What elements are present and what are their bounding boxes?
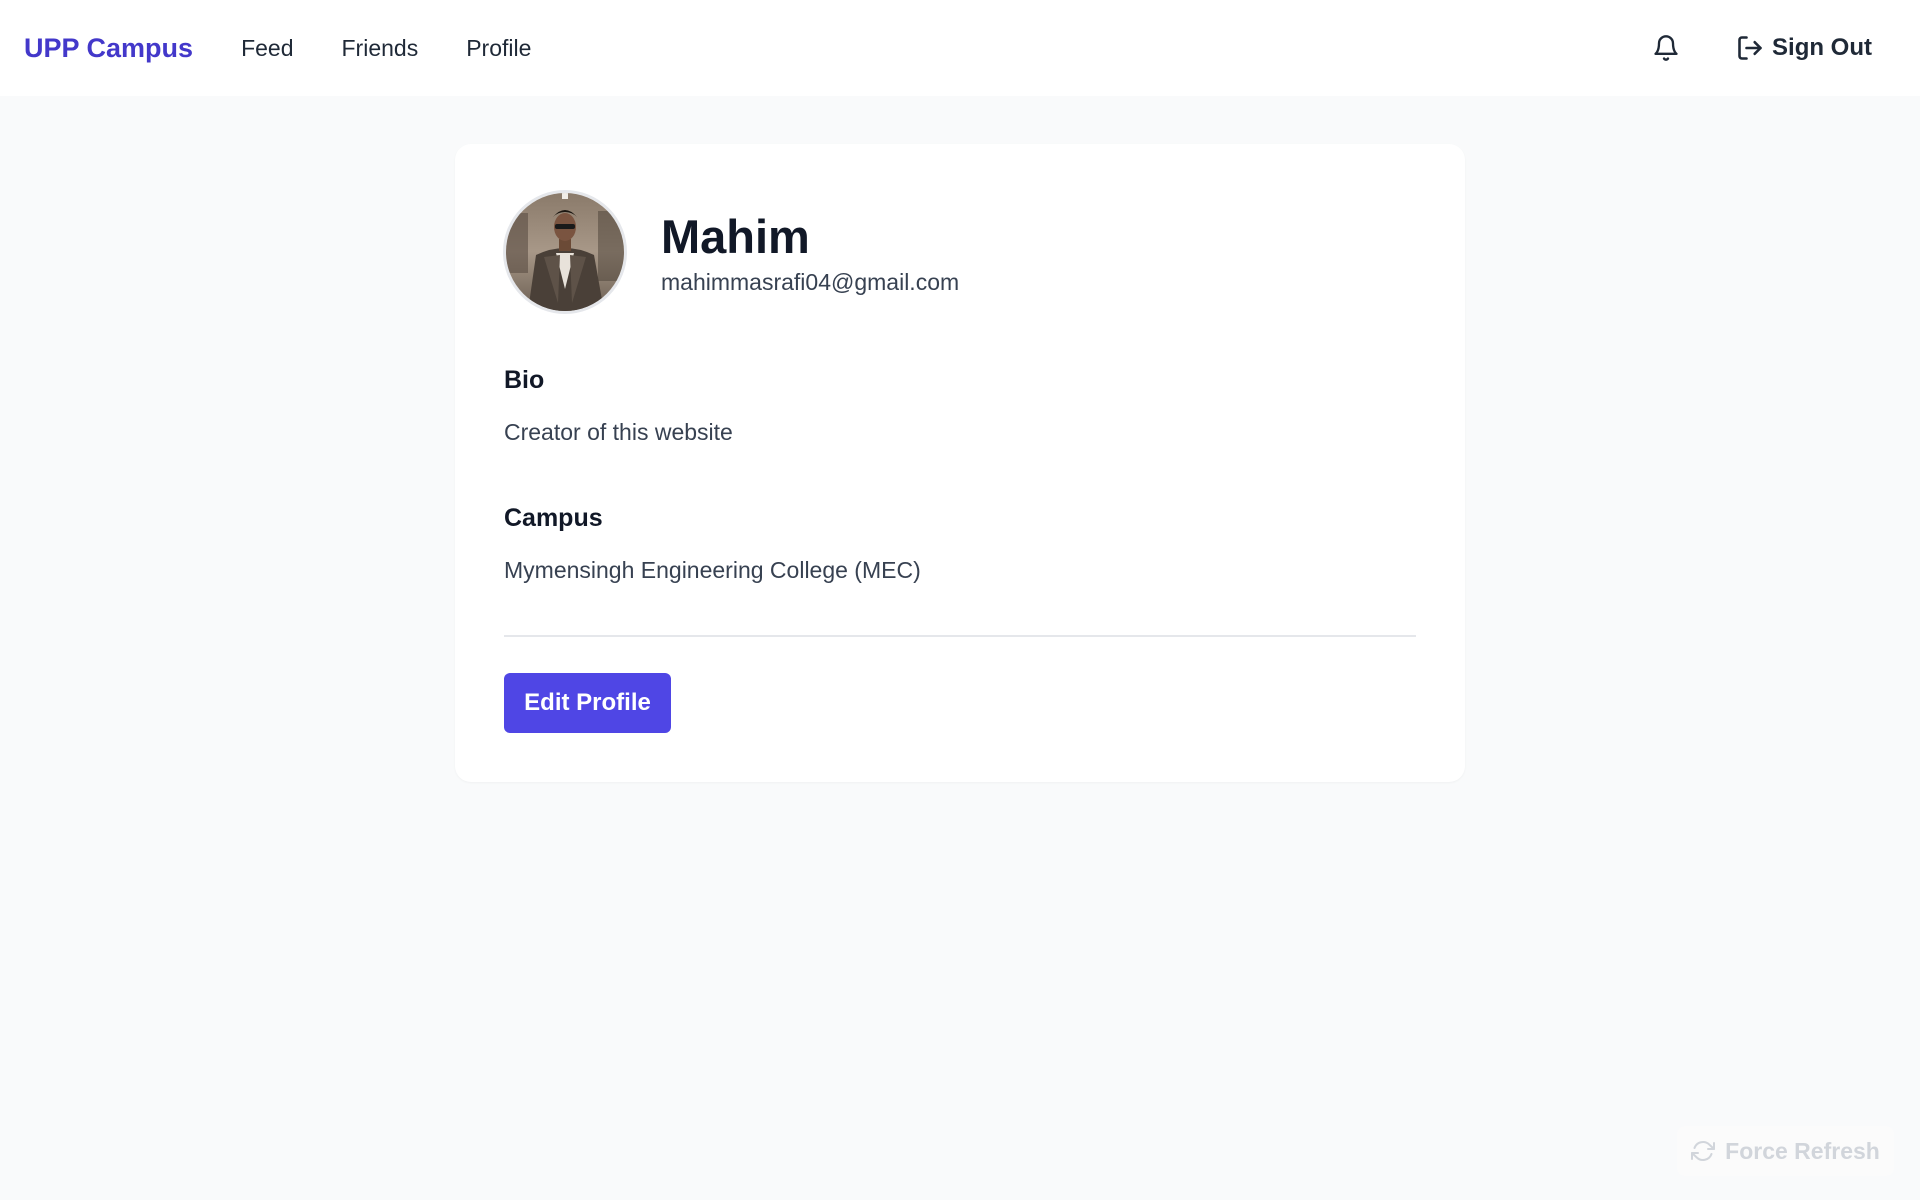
profile-identity: Mahim mahimmasrafi04@gmail.com: [661, 209, 959, 296]
notifications-button[interactable]: [1646, 28, 1686, 68]
nav-link-profile[interactable]: Profile: [466, 35, 531, 62]
profile-name: Mahim: [661, 209, 810, 263]
avatar-photo: [506, 193, 624, 311]
force-refresh-button[interactable]: Force Refresh: [1677, 1126, 1894, 1176]
force-refresh-label: Force Refresh: [1725, 1137, 1880, 1164]
profile-card: Mahim mahimmasrafi04@gmail.com Bio Creat…: [455, 144, 1465, 782]
sign-out-label: Sign Out: [1772, 34, 1872, 61]
profile-email: mahimmasrafi04@gmail.com: [661, 268, 960, 295]
campus-heading: Campus: [504, 504, 603, 532]
profile-header: Mahim mahimmasrafi04@gmail.com: [503, 190, 959, 314]
brand-logo-link[interactable]: UPP Campus: [24, 33, 193, 64]
navbar-actions: Sign Out: [1646, 28, 1896, 68]
bell-icon: [1654, 35, 1678, 61]
edit-profile-button[interactable]: Edit Profile: [504, 673, 671, 733]
refresh-icon: [1691, 1141, 1716, 1161]
divider: [504, 635, 1416, 637]
top-navbar: UPP Campus Feed Friends Profile Sign Out: [0, 0, 1920, 96]
avatar: [503, 190, 627, 314]
bio-heading: Bio: [504, 366, 545, 394]
nav-link-friends[interactable]: Friends: [342, 35, 419, 62]
nav-link-feed[interactable]: Feed: [241, 35, 293, 62]
bio-text: Creator of this website: [504, 419, 733, 445]
sign-out-icon: [1738, 36, 1762, 60]
campus-text: Mymensingh Engineering College (MEC): [504, 557, 921, 583]
sign-out-button[interactable]: Sign Out: [1736, 34, 1872, 62]
